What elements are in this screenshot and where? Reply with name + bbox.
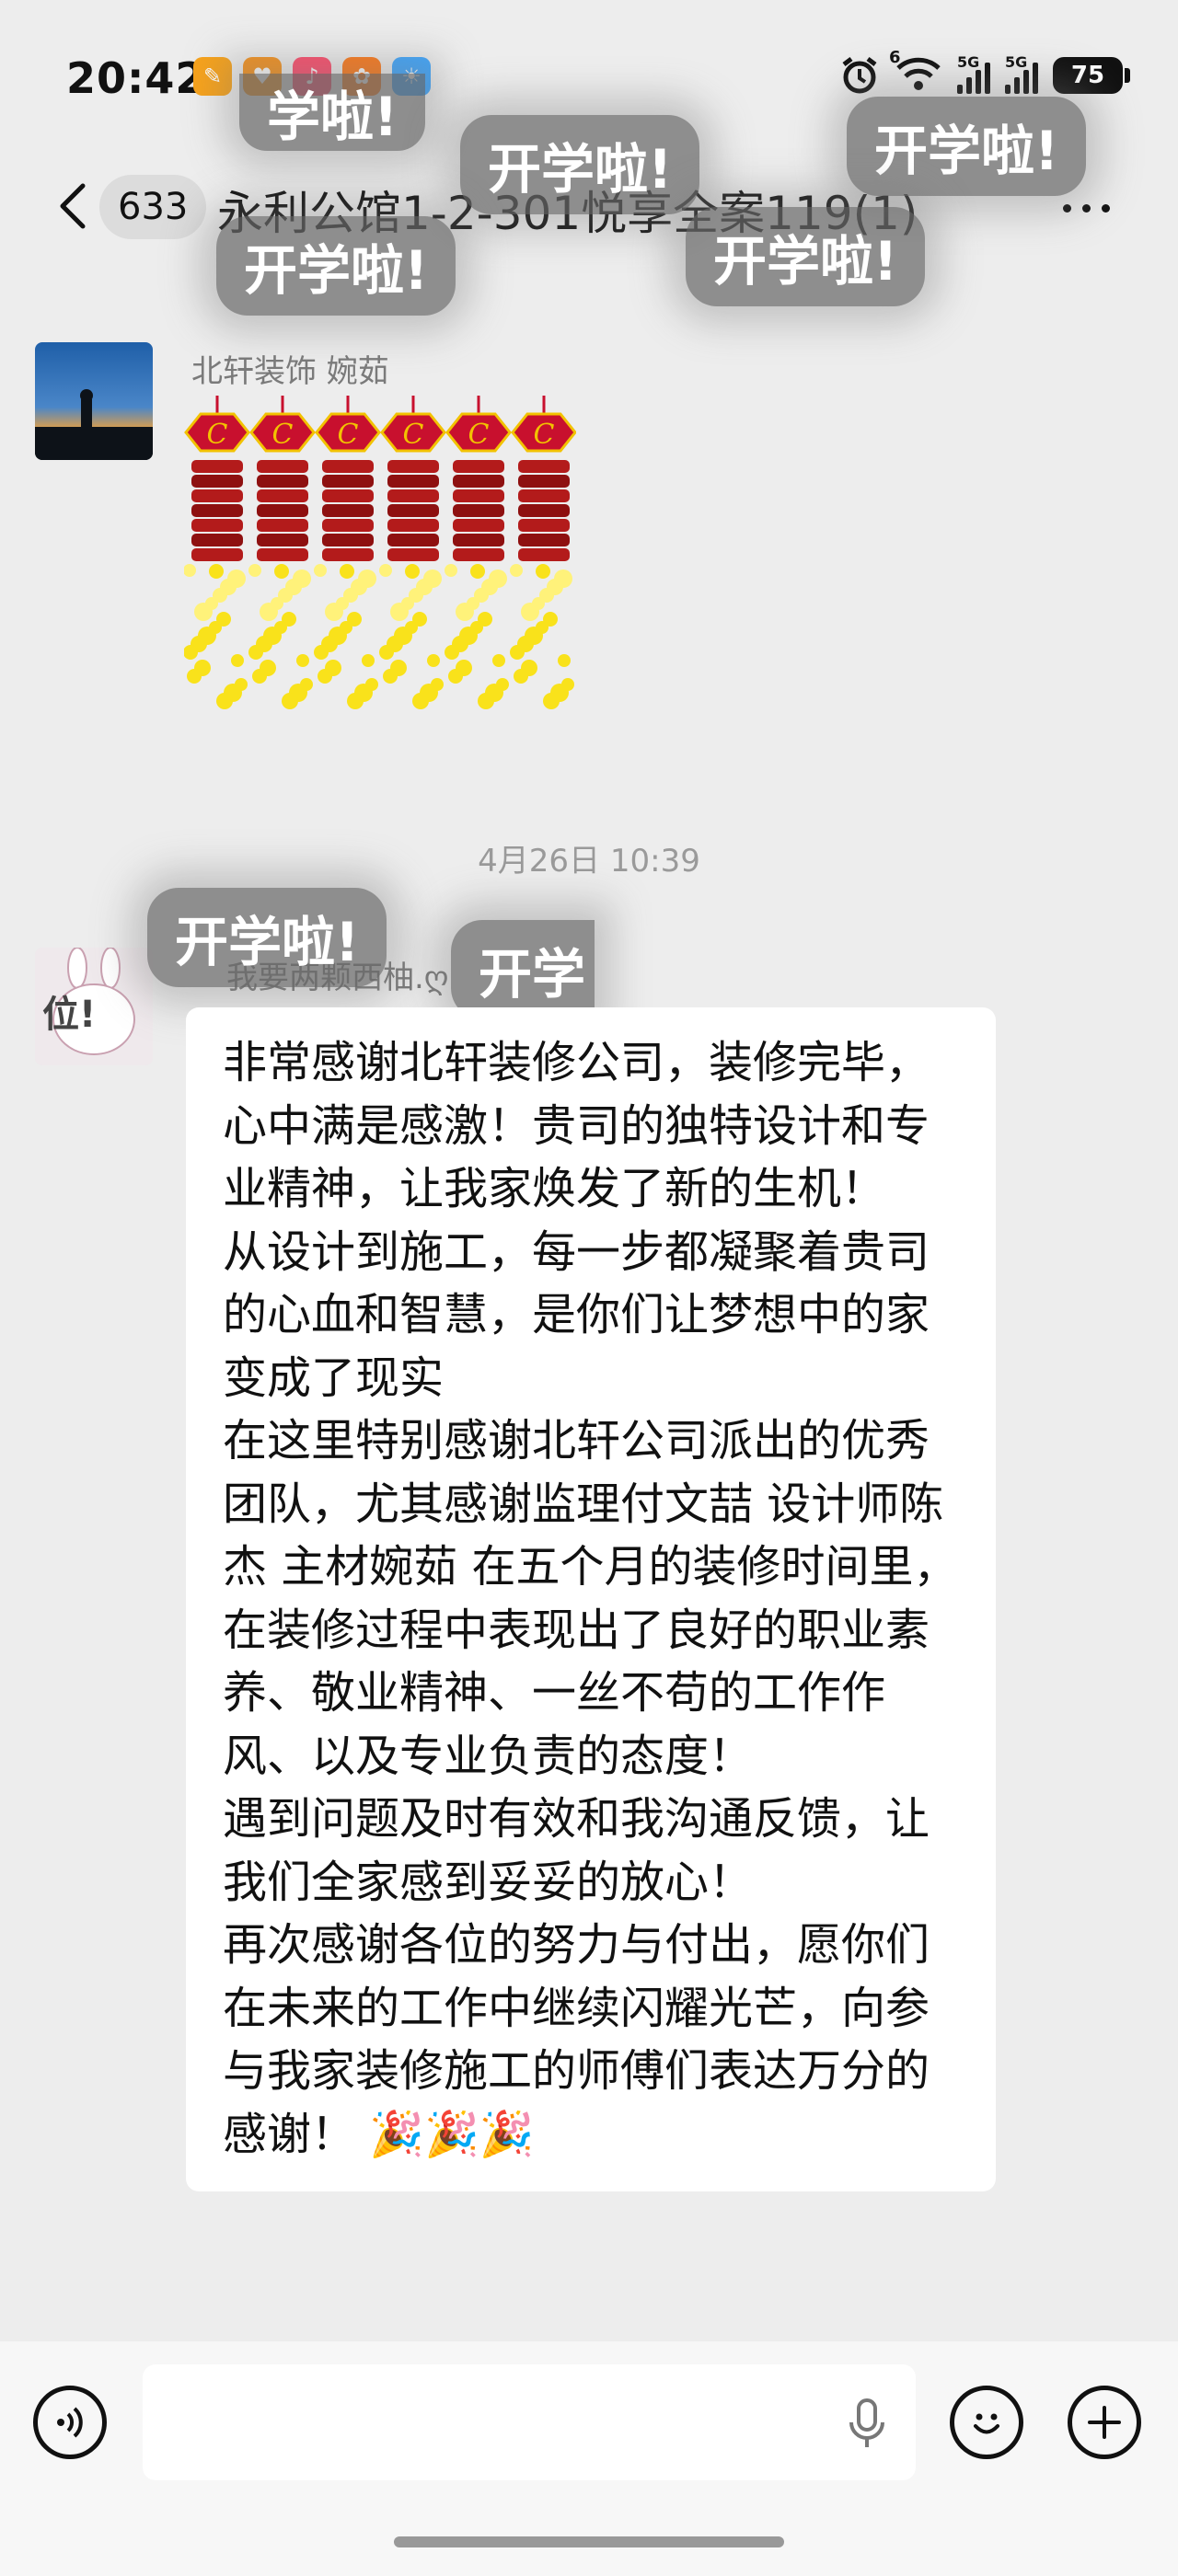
signal-label: 5G xyxy=(957,53,980,71)
microphone-icon[interactable] xyxy=(844,2397,890,2452)
alarm-icon xyxy=(842,57,877,94)
signal-strength-icon-2: 5G xyxy=(1005,53,1038,94)
message-timestamp: 4月26日 10:39 xyxy=(478,843,700,880)
back-chevron-icon[interactable] xyxy=(46,177,105,236)
message-paragraph: 非常感谢北轩装修公司，装修完毕，心中满是感激！贵司的独特设计和专业精神，让我家焕… xyxy=(223,1037,930,1214)
effect-sticker: 开学啦! xyxy=(686,207,926,306)
svg-text:C: C xyxy=(468,419,490,451)
signal-label-2: 5G xyxy=(1005,53,1028,71)
dot-icon xyxy=(1082,204,1091,213)
message-paragraph: 遇到问题及时有效和我沟通反馈，让我们全家感到妥妥的放心！ xyxy=(223,1793,930,1908)
message-paragraph: 从设计到施工，每一步都凝聚着贵司的心血和智慧，是你们让梦想中的家变成了现实 xyxy=(223,1225,930,1404)
svg-text:C: C xyxy=(338,419,359,451)
wifi-label: 6 xyxy=(889,48,901,67)
effect-sticker: 开学啦! xyxy=(216,216,456,316)
plus-icon xyxy=(1088,2406,1121,2439)
more-actions-button[interactable] xyxy=(1068,2386,1141,2459)
home-indicator[interactable] xyxy=(394,2536,784,2547)
dot-icon xyxy=(1102,204,1110,213)
wifi-icon xyxy=(896,57,941,90)
sunset-avatar-image xyxy=(35,342,153,460)
unread-count-badge[interactable]: 633 xyxy=(99,175,207,239)
wifi-indicator: 6 xyxy=(889,48,942,96)
effect-sticker: 开学 xyxy=(451,920,595,1019)
message-bubble[interactable]: 非常感谢北轩装修公司，装修完毕，心中满是感激！贵司的独特设计和专业精神，让我家焕… xyxy=(186,1007,996,2191)
svg-text:C: C xyxy=(534,419,555,451)
battery-indicator: 75 xyxy=(1053,57,1130,94)
dot-icon xyxy=(1063,204,1071,213)
effect-sticker: 学啦! xyxy=(239,74,426,151)
svg-text:C: C xyxy=(272,419,294,451)
voice-wave-icon xyxy=(57,2407,83,2438)
message-paragraph: 再次感谢各位的努力与付出，愿你们在未来的工作中继续闪耀光芒，向参与我家装修施工的… xyxy=(223,1919,930,2160)
message-input[interactable] xyxy=(143,2364,916,2480)
emoji-button[interactable] xyxy=(950,2386,1023,2459)
effect-sticker: 开学啦! xyxy=(460,115,700,214)
system-indicators: 6 5G 5G 75 xyxy=(839,48,1130,96)
avatar[interactable]: 位! xyxy=(35,948,153,1065)
smiley-icon xyxy=(974,2413,999,2434)
signal-strength-icon: 5G xyxy=(957,53,990,94)
clock: 20:42 xyxy=(66,53,206,103)
effect-sticker: 开学啦! xyxy=(847,97,1087,196)
avatar[interactable] xyxy=(35,342,153,460)
more-options-button[interactable] xyxy=(1063,204,1110,213)
message-paragraph: 在这里特别感谢北轩公司派出的优秀团队，尤其感谢监理付文喆 设计师陈杰 主材婉茹 … xyxy=(223,1415,958,1782)
input-bar xyxy=(0,2341,1178,2576)
effect-sticker: 开学啦! xyxy=(147,888,387,987)
avatar-text: 位! xyxy=(42,994,97,1036)
svg-text:C: C xyxy=(403,419,424,451)
firecracker-sticker[interactable]: CCCCCC xyxy=(183,396,577,719)
svg-text:C: C xyxy=(207,419,228,451)
sender-name: 北轩装饰 婉茹 xyxy=(191,353,389,390)
voice-toggle-button[interactable] xyxy=(33,2386,107,2459)
app-icon-1: ✎ xyxy=(193,57,232,96)
